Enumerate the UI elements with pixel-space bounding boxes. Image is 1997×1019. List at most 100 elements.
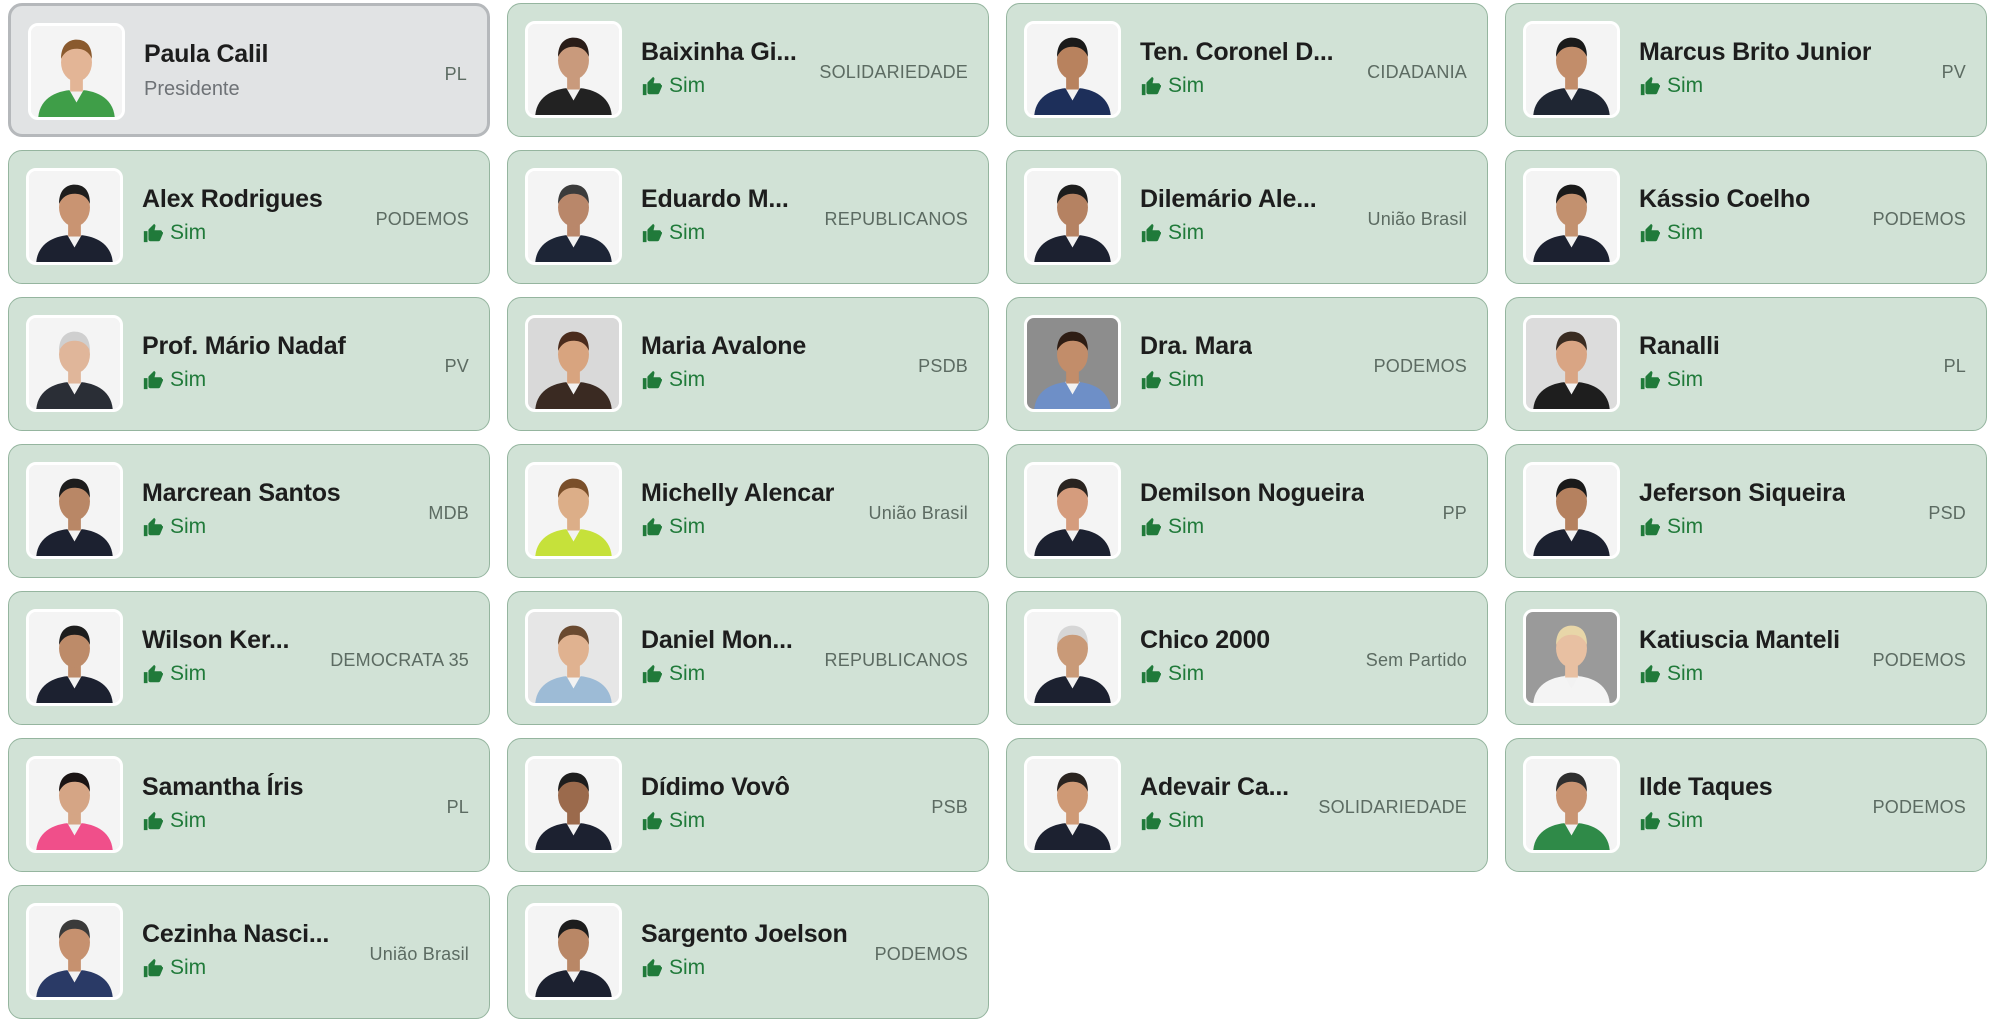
member-card[interactable]: Baixinha Gi... Sim SOLIDARIEDADE bbox=[507, 3, 989, 137]
member-card[interactable]: Chico 2000 Sim Sem Partido bbox=[1006, 591, 1488, 725]
vote-status: Sim bbox=[142, 221, 206, 245]
thumbs-up-icon bbox=[641, 810, 663, 832]
member-name: Sargento Joelson bbox=[641, 920, 848, 948]
vote-label: Sim bbox=[669, 662, 706, 685]
member-card[interactable]: Wilson Ker... Sim DEMOCRATA 35 bbox=[8, 591, 490, 725]
member-card[interactable]: Adevair Ca... Sim SOLIDARIEDADE bbox=[1006, 738, 1488, 872]
vote-status: Sim bbox=[142, 515, 206, 539]
vote-label: Sim bbox=[669, 515, 706, 538]
thumbs-up-icon bbox=[1140, 222, 1162, 244]
vote-label: Sim bbox=[170, 956, 207, 979]
member-card[interactable]: Demilson Nogueira Sim PP bbox=[1006, 444, 1488, 578]
thumbs-up-icon bbox=[1140, 663, 1162, 685]
vote-grid: Paula Calil Presidente PL Baixinha Gi... Sim… bbox=[8, 3, 1987, 1019]
member-card[interactable]: Ten. Coronel D... Sim CIDADANIA bbox=[1006, 3, 1488, 137]
member-photo bbox=[525, 315, 622, 412]
vote-label: Sim bbox=[170, 809, 207, 832]
vote-status: Sim bbox=[1639, 74, 1703, 98]
vote-label: Sim bbox=[1667, 809, 1704, 832]
member-name: Dídimo Vovô bbox=[641, 773, 790, 801]
member-photo bbox=[525, 21, 622, 118]
party-label: SOLIDARIEDADE bbox=[819, 62, 968, 82]
vote-status: Sim bbox=[1639, 662, 1703, 686]
member-photo bbox=[525, 168, 622, 265]
member-card[interactable]: Paula Calil Presidente PL bbox=[8, 3, 490, 137]
thumbs-up-icon bbox=[142, 516, 164, 538]
vote-label: Sim bbox=[1168, 515, 1205, 538]
member-card[interactable]: Jeferson Siqueira Sim PSD bbox=[1505, 444, 1987, 578]
party-label: PODEMOS bbox=[1872, 209, 1966, 229]
vote-label: Sim bbox=[1667, 515, 1704, 538]
member-card[interactable]: Michelly Alencar Sim União Brasil bbox=[507, 444, 989, 578]
member-card[interactable]: Marcus Brito Junior Sim PV bbox=[1505, 3, 1987, 137]
member-photo bbox=[1523, 462, 1620, 559]
member-card[interactable]: Dra. Mara Sim PODEMOS bbox=[1006, 297, 1488, 431]
member-card[interactable]: Ilde Taques Sim PODEMOS bbox=[1505, 738, 1987, 872]
member-photo bbox=[26, 168, 123, 265]
member-photo bbox=[1523, 756, 1620, 853]
thumbs-up-icon bbox=[1639, 516, 1661, 538]
member-name: Katiuscia Manteli bbox=[1639, 626, 1840, 654]
party-label: REPUBLICANOS bbox=[824, 209, 968, 229]
vote-label: Sim bbox=[669, 74, 706, 97]
thumbs-up-icon bbox=[1639, 810, 1661, 832]
vote-status: Sim bbox=[641, 221, 705, 245]
party-label: SOLIDARIEDADE bbox=[1318, 797, 1467, 817]
member-name: Kássio Coelho bbox=[1639, 185, 1811, 213]
member-name: Eduardo M... bbox=[641, 185, 789, 213]
thumbs-up-icon bbox=[142, 957, 164, 979]
member-photo bbox=[26, 756, 123, 853]
vote-label: Sim bbox=[669, 368, 706, 391]
member-photo bbox=[1024, 462, 1121, 559]
vote-label: Sim bbox=[170, 515, 207, 538]
vote-status: Sim bbox=[1639, 368, 1703, 392]
vote-label: Sim bbox=[170, 662, 207, 685]
member-photo bbox=[26, 609, 123, 706]
party-label: PODEMOS bbox=[1373, 356, 1467, 376]
member-photo bbox=[525, 903, 622, 1000]
member-photo bbox=[1523, 315, 1620, 412]
member-card[interactable]: Ranalli Sim PL bbox=[1505, 297, 1987, 431]
party-label: União Brasil bbox=[369, 944, 469, 964]
vote-status: Sim bbox=[641, 662, 705, 686]
member-card[interactable]: Cezinha Nasci... Sim União Brasil bbox=[8, 885, 490, 1019]
vote-status: Sim bbox=[641, 368, 705, 392]
vote-label: Sim bbox=[1168, 74, 1205, 97]
member-name: Ten. Coronel D... bbox=[1140, 38, 1334, 66]
member-card[interactable]: Kássio Coelho Sim PODEMOS bbox=[1505, 150, 1987, 284]
party-label: PSD bbox=[1928, 503, 1966, 523]
party-label: PV bbox=[444, 356, 469, 376]
member-card[interactable]: Katiuscia Manteli Sim PODEMOS bbox=[1505, 591, 1987, 725]
member-photo bbox=[1523, 21, 1620, 118]
member-photo bbox=[1024, 756, 1121, 853]
member-photo bbox=[1024, 21, 1121, 118]
thumbs-up-icon bbox=[1639, 663, 1661, 685]
member-card[interactable]: Dilemário Ale... Sim União Brasil bbox=[1006, 150, 1488, 284]
member-card[interactable]: Daniel Mon... Sim REPUBLICANOS bbox=[507, 591, 989, 725]
member-card[interactable]: Sargento Joelson Sim PODEMOS bbox=[507, 885, 989, 1019]
vote-status: Sim bbox=[1140, 515, 1204, 539]
member-photo bbox=[1523, 609, 1620, 706]
member-card[interactable]: Alex Rodrigues Sim PODEMOS bbox=[8, 150, 490, 284]
vote-status: Sim bbox=[641, 515, 705, 539]
party-label: DEMOCRATA 35 bbox=[330, 650, 469, 670]
member-name: Chico 2000 bbox=[1140, 626, 1271, 654]
vote-status: Sim bbox=[1140, 809, 1204, 833]
vote-status: Sim bbox=[142, 368, 206, 392]
member-card[interactable]: Dídimo Vovô Sim PSB bbox=[507, 738, 989, 872]
member-card[interactable]: Eduardo M... Sim REPUBLICANOS bbox=[507, 150, 989, 284]
member-card[interactable]: Marcrean Santos Sim MDB bbox=[8, 444, 490, 578]
vote-label: Sim bbox=[1667, 221, 1704, 244]
vote-status: Sim bbox=[1639, 809, 1703, 833]
vote-status: Sim bbox=[1639, 221, 1703, 245]
member-name: Marcus Brito Junior bbox=[1639, 38, 1872, 66]
member-card[interactable]: Maria Avalone Sim PSDB bbox=[507, 297, 989, 431]
member-card[interactable]: Samantha Íris Sim PL bbox=[8, 738, 490, 872]
member-name: Michelly Alencar bbox=[641, 479, 835, 507]
party-label: REPUBLICANOS bbox=[824, 650, 968, 670]
member-card[interactable]: Prof. Mário Nadaf Sim PV bbox=[8, 297, 490, 431]
party-label: União Brasil bbox=[1367, 209, 1467, 229]
thumbs-up-icon bbox=[641, 75, 663, 97]
party-label: PV bbox=[1941, 62, 1966, 82]
thumbs-up-icon bbox=[1140, 75, 1162, 97]
